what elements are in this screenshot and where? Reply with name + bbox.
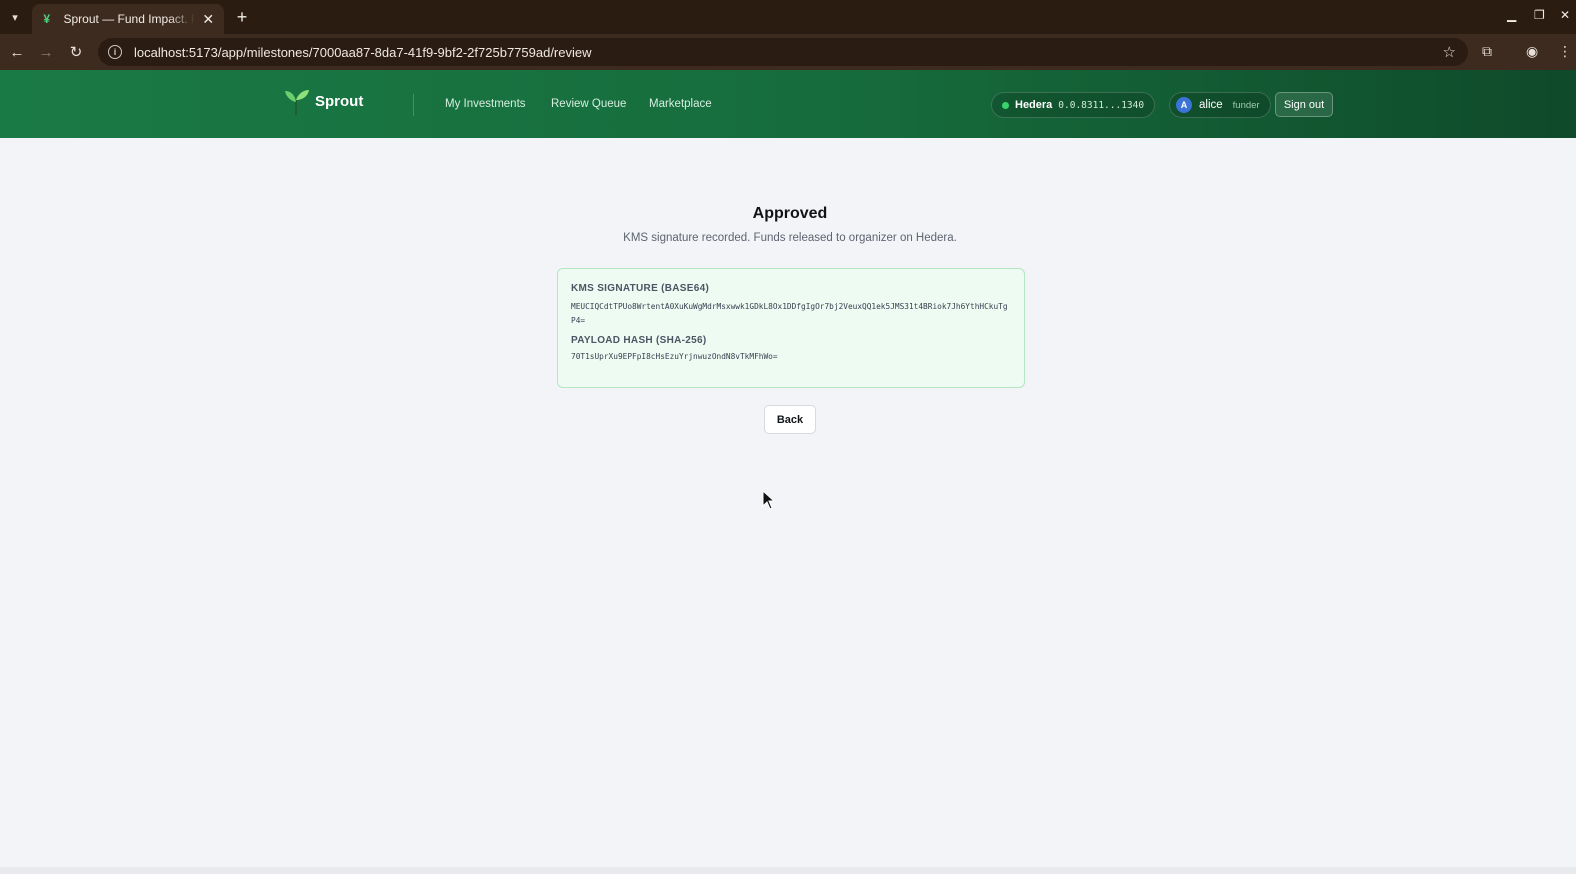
- nav-review-queue[interactable]: Review Queue: [551, 98, 626, 110]
- user-badge[interactable]: A alice funder: [1169, 92, 1271, 118]
- restore-icon[interactable]: ❐: [1534, 8, 1545, 22]
- hash-label: PAYLOAD HASH (SHA-256): [571, 335, 707, 346]
- browser-tab-bar: ▾ ¥ Sprout — Fund Impact. Rel ✕ + ▁ ❐ ✕: [0, 0, 1576, 34]
- bookmark-star-icon[interactable]: ☆: [1443, 43, 1456, 61]
- user-role: funder: [1232, 99, 1260, 111]
- extensions-icon[interactable]: ⧉: [1482, 43, 1492, 60]
- signature-card: KMS SIGNATURE (BASE64) MEUCIQCdtTPUo8Wrt…: [557, 268, 1025, 388]
- sprout-favicon-icon: ¥: [43, 12, 51, 26]
- avatar: A: [1176, 97, 1192, 113]
- page-title: Approved: [752, 205, 828, 222]
- brand-name: Sprout: [315, 92, 364, 110]
- signature-label: KMS SIGNATURE (BASE64): [571, 283, 710, 294]
- new-tab-icon[interactable]: +: [232, 7, 252, 28]
- browser-menu-icon[interactable]: ⋮: [1558, 43, 1572, 60]
- mouse-cursor-icon: [762, 490, 776, 510]
- profile-icon[interactable]: ◉: [1526, 43, 1538, 60]
- tab-title: Sprout — Fund Impact. Rel: [63, 12, 195, 26]
- network-label: Hedera: [1015, 99, 1053, 111]
- connected-dot-icon: [1002, 101, 1009, 109]
- sprout-logo-icon: [285, 90, 309, 115]
- url-field[interactable]: i localhost:5173/app/milestones/7000aa87…: [98, 38, 1468, 66]
- sign-out-button[interactable]: Sign out: [1275, 92, 1333, 117]
- site-info-icon[interactable]: i: [108, 45, 122, 59]
- header-divider: [413, 94, 414, 116]
- back-arrow-icon[interactable]: ←: [8, 43, 26, 61]
- forward-arrow-icon[interactable]: →: [37, 43, 55, 61]
- reload-icon[interactable]: ↻: [67, 43, 85, 61]
- url-text: localhost:5173/app/milestones/7000aa87-8…: [134, 44, 592, 60]
- browser-address-bar: ← → ↻ i localhost:5173/app/milestones/70…: [0, 34, 1576, 70]
- account-id: 0.0.8311...1340: [1058, 99, 1145, 111]
- hash-value: 70T1sUprXu9EPFpI8cHsEzuYrjnwuzOndN8vTkMF…: [571, 352, 778, 361]
- page-subtitle: KMS signature recorded. Funds released t…: [623, 232, 957, 244]
- nav-my-investments[interactable]: My Investments: [445, 98, 526, 110]
- nav-marketplace[interactable]: Marketplace: [649, 98, 712, 110]
- network-status-badge[interactable]: Hedera 0.0.8311...1340: [991, 92, 1156, 118]
- app-header: Sprout My Investments Review Queue Marke…: [0, 70, 1576, 138]
- browser-tab[interactable]: ¥ Sprout — Fund Impact. Rel ✕: [32, 4, 224, 34]
- signature-value: MEUCIQCdtTPUo8WrtentA0XuKuWgMdrMsxwwk1GD…: [571, 302, 1008, 325]
- tab-close-icon[interactable]: ✕: [201, 11, 216, 28]
- tab-search-chevron-icon[interactable]: ▾: [4, 6, 26, 28]
- back-button[interactable]: Back: [764, 405, 816, 434]
- user-name: alice: [1199, 99, 1223, 111]
- bottom-strip: [0, 867, 1576, 874]
- close-window-icon[interactable]: ✕: [1560, 8, 1570, 22]
- minimize-icon[interactable]: ▁: [1507, 8, 1516, 22]
- brand-logo[interactable]: Sprout: [282, 86, 363, 116]
